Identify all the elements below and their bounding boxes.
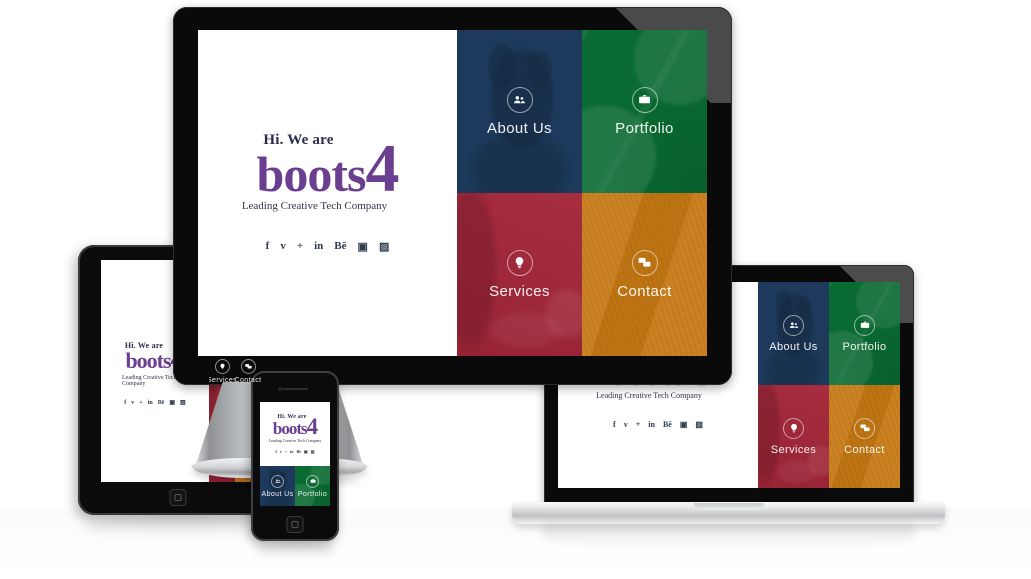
twitter-icon[interactable]: ᴠ (131, 400, 134, 406)
phone-screen: Hi. We are boots4 Leading Creative Tech … (260, 402, 330, 506)
tile-about-us[interactable]: About Us (457, 30, 582, 193)
social-links-tablet[interactable]: f ᴠ + in Bē ▣ ▨ (124, 399, 186, 407)
laptop-reflection (542, 525, 915, 547)
tile-contact[interactable]: Contact (582, 193, 707, 356)
site-preview-desktop: Hi. We are boots4 Leading Creative Tech … (198, 30, 707, 356)
brand-tagline: Leading Creative Tech Company (268, 437, 322, 443)
brand-logo: Hi. We are boots4 Leading Creative Tech … (242, 133, 400, 212)
brand-name: boots4 (269, 415, 322, 439)
tile-label: Services (770, 443, 817, 456)
device-desktop-monitor[interactable]: Hi. We are boots4 Leading Creative Tech … (173, 7, 732, 385)
lightbulb-icon (783, 417, 804, 439)
google-plus-icon[interactable]: + (636, 420, 641, 429)
tiles-pane: About Us Portfolio (758, 282, 900, 488)
phone-earpiece (282, 388, 308, 390)
tile-label: Contact (235, 376, 261, 384)
flickr-icon[interactable]: ▣ (680, 420, 688, 429)
brand-numeral: 4 (306, 414, 318, 440)
brand-tagline: Leading Creative Tech Company (596, 390, 702, 400)
tile-portfolio[interactable]: Portfolio (829, 282, 900, 385)
google-plus-icon[interactable]: + (297, 240, 303, 252)
tile-label: About Us (261, 490, 294, 498)
brand-name: boots4 (257, 134, 400, 202)
monitor-screen: Hi. We are boots4 Leading Creative Tech … (198, 30, 707, 356)
facebook-icon[interactable]: f (124, 400, 126, 406)
behance-icon[interactable]: Bē (158, 400, 165, 406)
behance-icon[interactable]: Bē (334, 240, 346, 252)
brand-name-text: boots (272, 419, 308, 439)
device-smartphone[interactable]: Hi. We are boots4 Leading Creative Tech … (251, 371, 339, 541)
social-links-phone[interactable]: f ᴠ + in Bē ▣ ▨ (276, 449, 315, 454)
behance-icon[interactable]: Bē (296, 449, 300, 454)
tile-services[interactable]: Services (457, 193, 582, 356)
linkedin-icon[interactable]: in (314, 240, 323, 252)
briefcase-icon (306, 474, 319, 488)
flickr-icon[interactable]: ▣ (304, 449, 308, 454)
brand-name-text: boots (125, 347, 171, 373)
tile-label: Portfolio (297, 490, 328, 498)
tile-label: Portfolio (842, 340, 887, 353)
brand-numeral: 4 (365, 130, 399, 207)
tile-label: Contact (617, 282, 672, 300)
linkedin-icon[interactable]: in (290, 449, 293, 454)
tile-about-us[interactable]: About Us (260, 466, 295, 506)
chat-bubbles-icon (240, 358, 256, 374)
tile-portfolio[interactable]: Portfolio (295, 466, 330, 506)
responsive-mockup-scene: Hi. We are boots4 Leading Creative Tech … (0, 0, 1031, 579)
briefcase-icon (854, 314, 875, 336)
instagram-icon[interactable]: ▨ (311, 449, 315, 454)
brand-tagline: Leading Creative Tech Company (241, 199, 388, 212)
briefcase-icon (631, 86, 658, 113)
google-plus-icon[interactable]: + (139, 400, 142, 406)
tile-contact[interactable]: Contact (829, 385, 900, 488)
tile-label: Contact (844, 443, 885, 456)
laptop-latch-notch (693, 503, 764, 510)
tablet-reflection (84, 517, 274, 537)
tablet-home-button[interactable] (169, 489, 187, 506)
hero-pane: Hi. We are boots4 Leading Creative Tech … (198, 30, 457, 356)
instagram-icon[interactable]: ▨ (180, 399, 186, 406)
brand-logo: Hi. We are boots4 Leading Creative Tech … (269, 414, 322, 443)
users-icon (506, 86, 533, 113)
hero-pane: Hi. We are boots4 Leading Creative Tech … (260, 402, 330, 466)
tile-services[interactable]: Services (758, 385, 829, 488)
facebook-icon[interactable]: f (613, 420, 616, 429)
tile-label: Services (489, 282, 550, 300)
instagram-icon[interactable]: ▨ (695, 420, 703, 429)
tile-label: About Us (487, 119, 552, 137)
instagram-icon[interactable]: ▨ (379, 240, 389, 253)
tiles-pane: About Us Portfolio Services Contact (457, 30, 707, 356)
phone-reflection (255, 543, 335, 559)
google-plus-icon[interactable]: + (285, 449, 287, 454)
chat-bubbles-icon (854, 417, 875, 439)
linkedin-icon[interactable]: in (648, 420, 655, 429)
chat-bubbles-icon (631, 249, 658, 276)
social-links-desktop[interactable]: f ᴠ + in Bē ▣ ▨ (266, 240, 390, 253)
lightbulb-icon (214, 358, 230, 374)
tile-label: Portfolio (615, 119, 674, 137)
flickr-icon[interactable]: ▣ (169, 399, 175, 406)
twitter-icon[interactable]: ᴠ (280, 449, 282, 454)
social-links-laptop[interactable]: f ᴠ + in Bē ▣ ▨ (613, 420, 703, 429)
twitter-icon[interactable]: ᴠ (280, 240, 286, 252)
facebook-icon[interactable]: f (266, 240, 270, 252)
lightbulb-icon (506, 249, 533, 276)
linkedin-icon[interactable]: in (148, 400, 153, 406)
phone-home-button[interactable] (286, 516, 304, 533)
site-preview-phone: Hi. We are boots4 Leading Creative Tech … (260, 402, 330, 506)
tile-label: About Us (769, 340, 818, 353)
flickr-icon[interactable]: ▣ (358, 240, 368, 253)
brand-name-text: boots (256, 146, 367, 203)
tile-portfolio[interactable]: Portfolio (582, 30, 707, 193)
tile-label: Services (209, 376, 235, 384)
phone-front-camera-icon (278, 387, 282, 391)
twitter-icon[interactable]: ᴠ (624, 420, 628, 429)
users-icon (271, 474, 284, 488)
users-icon (783, 314, 804, 336)
facebook-icon[interactable]: f (276, 449, 277, 454)
tile-about-us[interactable]: About Us (758, 282, 829, 385)
tiles-pane: About Us Portfolio (260, 466, 330, 506)
behance-icon[interactable]: Bē (663, 420, 672, 429)
